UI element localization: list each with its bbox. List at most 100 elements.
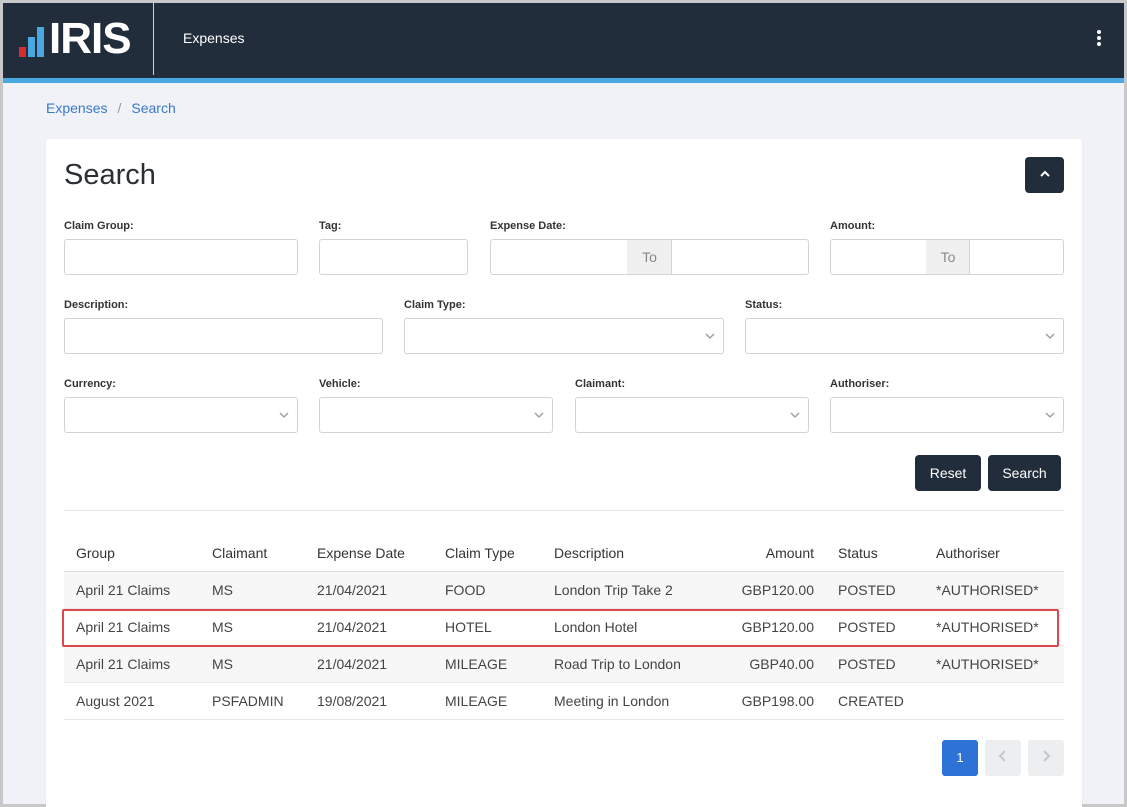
table-row[interactable]: April 21 Claims MS 21/04/2021 MILEAGE Ro… xyxy=(64,645,1064,683)
claim-type-label: Claim Type: xyxy=(404,299,466,311)
cell-claim-type: FOOD xyxy=(433,571,542,609)
page-1-button[interactable]: 1 xyxy=(942,740,978,776)
column-header-description[interactable]: Description xyxy=(542,535,714,572)
description-label: Description: xyxy=(64,299,129,311)
chevron-up-icon xyxy=(1039,170,1050,177)
chevron-down-icon xyxy=(790,412,800,418)
app-title: Expenses xyxy=(183,30,245,46)
column-header-amount[interactable]: Amount xyxy=(714,535,826,572)
currency-label: Currency: xyxy=(64,378,116,390)
cell-claimant: MS xyxy=(200,571,305,609)
cell-amount: GBP120.00 xyxy=(714,571,826,609)
breadcrumb-expenses[interactable]: Expenses xyxy=(46,100,107,116)
cell-group: April 21 Claims xyxy=(64,645,200,683)
vertical-dots-icon[interactable] xyxy=(1094,30,1104,50)
next-page-button[interactable] xyxy=(1028,740,1064,776)
column-header-expense-date[interactable]: Expense Date xyxy=(305,535,433,572)
expense-date-label: Expense Date: xyxy=(490,220,566,232)
cell-claim-type: MILEAGE xyxy=(433,645,542,683)
description-input[interactable] xyxy=(64,318,383,354)
authoriser-label: Authoriser: xyxy=(830,378,890,390)
cell-authoriser xyxy=(924,682,1064,720)
cell-amount: GBP198.00 xyxy=(714,682,826,720)
claimant-label: Claimant: xyxy=(575,378,626,390)
logo[interactable]: IRIS xyxy=(3,3,154,75)
chevron-down-icon xyxy=(279,412,289,418)
amount-label: Amount: xyxy=(830,220,876,232)
chevron-down-icon xyxy=(705,333,715,339)
table-row[interactable]: April 21 Claims MS 21/04/2021 FOOD Londo… xyxy=(64,571,1064,609)
cell-group: August 2021 xyxy=(64,682,200,720)
cell-group: April 21 Claims xyxy=(64,608,200,646)
cell-amount: GBP120.00 xyxy=(714,608,826,646)
logo-bars-icon xyxy=(19,23,49,57)
cell-expense-date: 21/04/2021 xyxy=(305,645,433,683)
table-row[interactable]: August 2021 PSFADMIN 19/08/2021 MILEAGE … xyxy=(64,682,1064,720)
chevron-down-icon xyxy=(1045,333,1055,339)
column-header-status[interactable]: Status xyxy=(826,535,924,572)
search-button[interactable]: Search xyxy=(988,455,1061,491)
chevron-down-icon xyxy=(534,412,544,418)
logo-text: IRIS xyxy=(49,14,132,63)
chevron-left-icon xyxy=(998,750,1006,762)
cell-description: London Hotel xyxy=(542,608,714,646)
cell-claim-type: HOTEL xyxy=(433,608,542,646)
breadcrumb-search[interactable]: Search xyxy=(131,100,175,116)
status-label: Status: xyxy=(745,299,783,311)
cell-description: Meeting in London xyxy=(542,682,714,720)
app-header: IRIS Expenses xyxy=(3,3,1124,83)
column-header-authoriser[interactable]: Authoriser xyxy=(924,535,1064,572)
claimant-select[interactable] xyxy=(575,397,809,433)
vehicle-label: Vehicle: xyxy=(319,378,361,390)
cell-expense-date: 21/04/2021 xyxy=(305,571,433,609)
cell-claim-type: MILEAGE xyxy=(433,682,542,720)
cell-claimant: PSFADMIN xyxy=(200,682,305,720)
amount-to-addon: To xyxy=(926,239,970,275)
expense-date-from-input[interactable] xyxy=(490,239,628,275)
cell-amount: GBP40.00 xyxy=(714,645,826,683)
cell-claimant: MS xyxy=(200,608,305,646)
cell-claimant: MS xyxy=(200,645,305,683)
expense-date-to-input[interactable] xyxy=(671,239,809,275)
cell-status: POSTED xyxy=(826,571,924,609)
column-header-group[interactable]: Group xyxy=(64,535,200,572)
results-table: Group Claimant Expense Date Claim Type D… xyxy=(64,535,1064,720)
breadcrumb-separator: / xyxy=(117,100,122,116)
tag-label: Tag: xyxy=(319,220,342,232)
cell-status: POSTED xyxy=(826,608,924,646)
cell-authoriser: *AUTHORISED* xyxy=(924,608,1064,646)
chevron-right-icon xyxy=(1043,750,1051,762)
chevron-down-icon xyxy=(1045,412,1055,418)
page-title: Search xyxy=(64,159,156,191)
cell-description: Road Trip to London xyxy=(542,645,714,683)
authoriser-select[interactable] xyxy=(830,397,1064,433)
expense-date-to-addon: To xyxy=(627,239,672,275)
claim-group-input[interactable] xyxy=(64,239,298,275)
column-header-claimant[interactable]: Claimant xyxy=(200,535,305,572)
divider xyxy=(64,510,1064,511)
amount-from-input[interactable] xyxy=(830,239,927,275)
prev-page-button[interactable] xyxy=(985,740,1021,776)
reset-button[interactable]: Reset xyxy=(915,455,981,491)
amount-to-input[interactable] xyxy=(969,239,1064,275)
collapse-button[interactable] xyxy=(1025,157,1064,193)
cell-expense-date: 21/04/2021 xyxy=(305,608,433,646)
search-card: Search Claim Group: Tag: Expense Date: T… xyxy=(46,139,1082,807)
cell-description: London Trip Take 2 xyxy=(542,571,714,609)
cell-expense-date: 19/08/2021 xyxy=(305,682,433,720)
cell-status: POSTED xyxy=(826,645,924,683)
claim-group-label: Claim Group: xyxy=(64,220,134,232)
table-row[interactable]: April 21 Claims MS 21/04/2021 HOTEL Lond… xyxy=(64,608,1064,646)
cell-authoriser: *AUTHORISED* xyxy=(924,571,1064,609)
cell-group: April 21 Claims xyxy=(64,571,200,609)
column-header-claim-type[interactable]: Claim Type xyxy=(433,535,542,572)
tag-input[interactable] xyxy=(319,239,468,275)
breadcrumb: Expenses / Search xyxy=(46,100,176,116)
table-header-row: Group Claimant Expense Date Claim Type D… xyxy=(64,535,1064,572)
cell-status: CREATED xyxy=(826,682,924,720)
vehicle-select[interactable] xyxy=(319,397,553,433)
claim-type-select[interactable] xyxy=(404,318,724,354)
currency-select[interactable] xyxy=(64,397,298,433)
cell-authoriser: *AUTHORISED* xyxy=(924,645,1064,683)
status-select[interactable] xyxy=(745,318,1064,354)
